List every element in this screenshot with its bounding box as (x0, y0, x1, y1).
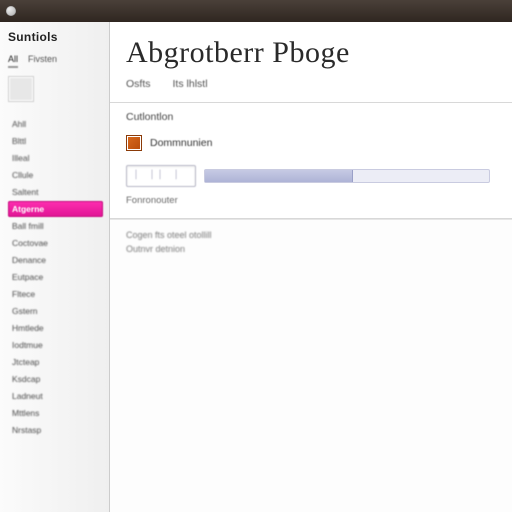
sidebar-item[interactable]: Mttlens (8, 405, 103, 421)
sidebar-list: Ahll Blttl Illeal Cllule Saltent Atgerne… (8, 116, 103, 438)
app-body: Suntiols All Fivsten Ahll Blttl Illeal C… (0, 22, 512, 512)
sidebar-item[interactable]: Coctovae (8, 235, 103, 251)
sidebar-tab-0[interactable]: All (8, 54, 18, 68)
value-row: | || | (110, 155, 512, 193)
sidebar-item[interactable]: Hmtlede (8, 320, 103, 336)
sidebar-item[interactable]: Ball fmill (8, 218, 103, 234)
color-row: Dommnunien (110, 131, 512, 155)
sidebar-item[interactable]: Cllule (8, 167, 103, 183)
toolbar: Osfts Its lhlstl (110, 78, 512, 103)
color-row-label: Dommnunien (150, 137, 212, 149)
sidebar-item[interactable]: Ksdcap (8, 371, 103, 387)
titlebar[interactable] (0, 0, 512, 22)
toolbar-item-1[interactable]: Its lhlstl (173, 78, 208, 96)
sidebar-item[interactable]: Gstern (8, 303, 103, 319)
sidebar-thumbnail[interactable] (8, 76, 34, 102)
sidebar-tab-1[interactable]: Fivsten (28, 54, 57, 68)
toolbar-item-0[interactable]: Osfts (126, 78, 151, 96)
sidebar-item[interactable]: Fltece (8, 286, 103, 302)
sidebar-item[interactable]: Saltent (8, 184, 103, 200)
sidebar-item[interactable]: Ladneut (8, 388, 103, 404)
page-title: Abgrotberr Pboge (110, 22, 512, 78)
content-line: Outnvr detnion (126, 244, 496, 254)
sidebar-item[interactable]: Eutpace (8, 269, 103, 285)
sidebar-item[interactable]: Jtcteap (8, 354, 103, 370)
sidebar-item[interactable]: Ahll (8, 116, 103, 132)
app-frame: Suntiols All Fivsten Ahll Blttl Illeal C… (0, 0, 512, 512)
sidebar-item[interactable]: Nrstasp (8, 422, 103, 438)
progress-bar[interactable] (204, 169, 490, 183)
sidebar-heading: Suntiols (8, 30, 103, 44)
sidebar-item[interactable]: Denance (8, 252, 103, 268)
sidebar-tabs: All Fivsten (8, 54, 103, 68)
progress-fill (205, 170, 353, 182)
value-input[interactable]: | || | (126, 165, 196, 187)
section-label: Cutlontlon (110, 103, 512, 131)
sidebar-item[interactable]: Iodtmue (8, 337, 103, 353)
window-control-dot[interactable] (6, 6, 16, 16)
content-area: Cogen fts oteel otollill Outnvr detnion (110, 219, 512, 512)
color-swatch-icon[interactable] (126, 135, 142, 151)
main-pane: Abgrotberr Pboge Osfts Its lhlstl Cutlon… (110, 22, 512, 512)
sidebar-item-selected[interactable]: Atgerne (8, 201, 103, 217)
sidebar: Suntiols All Fivsten Ahll Blttl Illeal C… (0, 22, 110, 512)
content-line: Cogen fts oteel otollill (126, 230, 496, 240)
sidebar-item[interactable]: Blttl (8, 133, 103, 149)
field-caption: Fonronouter (110, 193, 512, 214)
sidebar-item[interactable]: Illeal (8, 150, 103, 166)
